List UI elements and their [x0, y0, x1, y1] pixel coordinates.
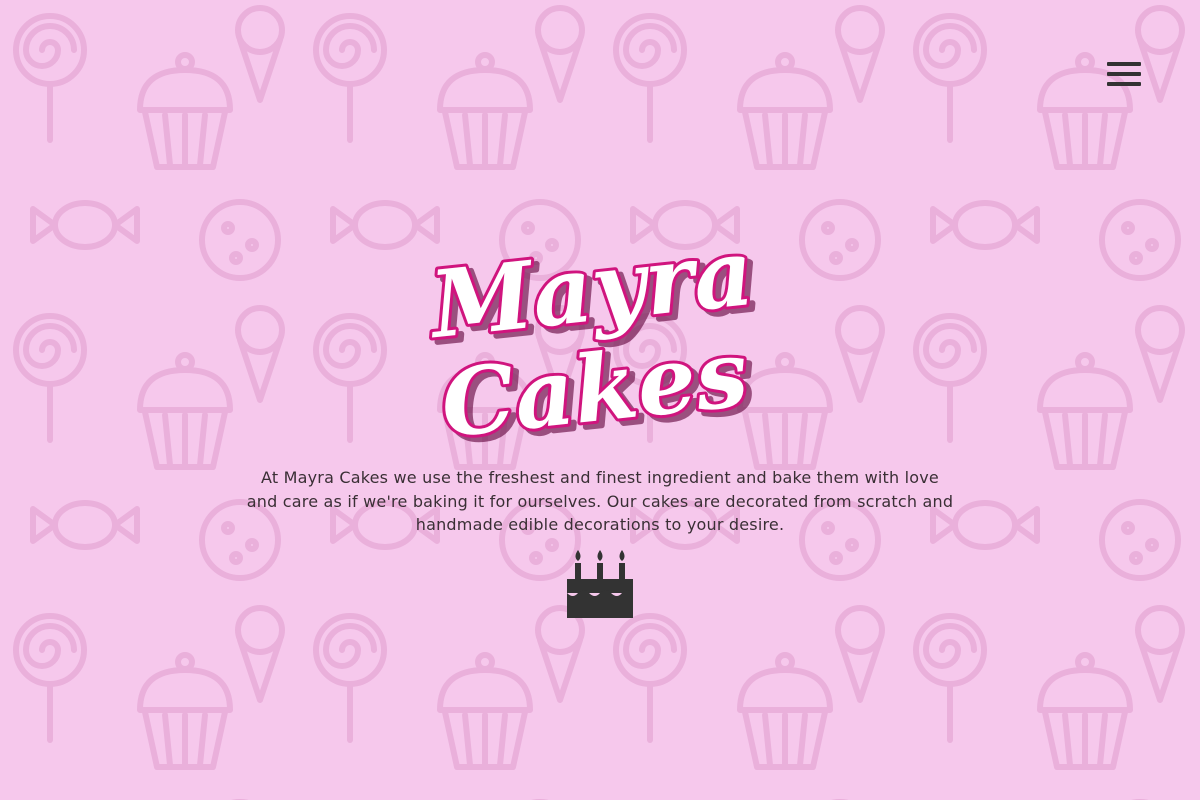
- intro-line: handmade edible decorations to your desi…: [415, 515, 785, 534]
- hamburger-menu-icon-bar: [1107, 82, 1141, 86]
- intro-line: and care as if we're baking it for ourse…: [246, 491, 954, 511]
- intro-line: At Mayra Cakes we use the freshest and f…: [261, 468, 939, 487]
- brand-logo: Mayra Mayra Cakes Cakes: [420, 236, 767, 456]
- intro-paragraph: At Mayra Cakes we use the freshest and f…: [200, 466, 1000, 537]
- hamburger-menu-icon-bar: [1107, 72, 1141, 76]
- menu-button[interactable]: [1100, 56, 1148, 92]
- hamburger-menu-icon: [1107, 62, 1141, 66]
- birthday-cake-icon: [567, 550, 633, 618]
